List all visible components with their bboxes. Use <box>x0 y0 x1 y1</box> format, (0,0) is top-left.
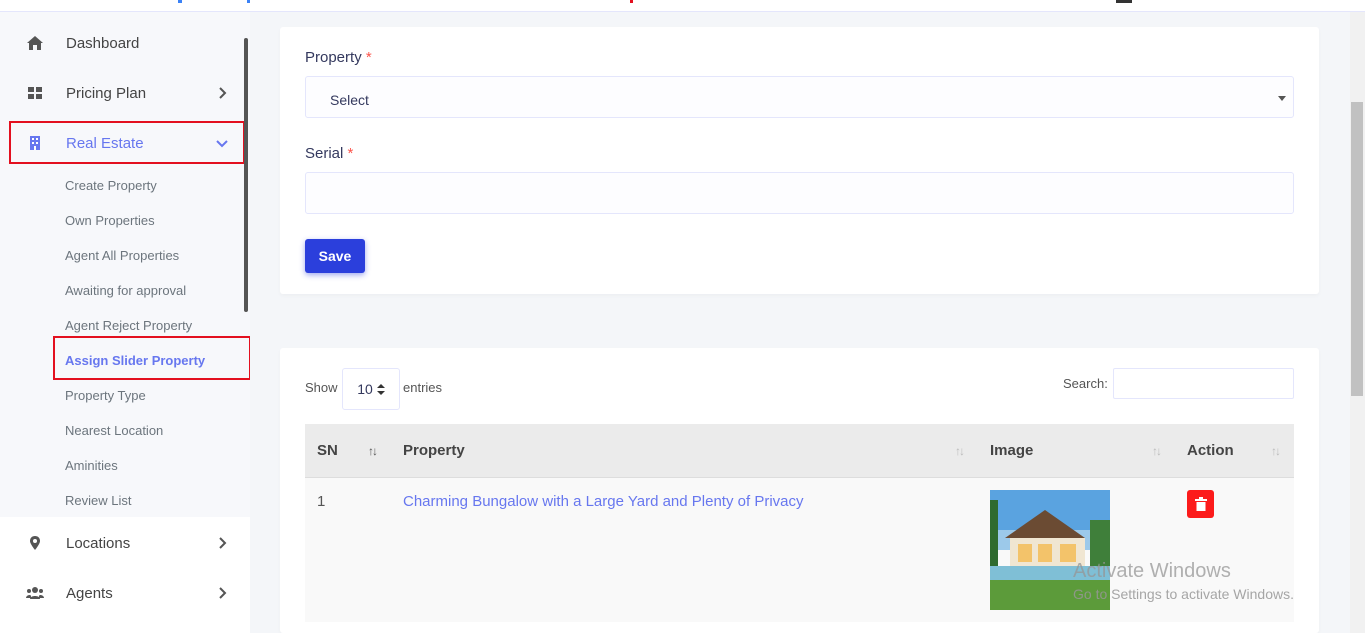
watermark-title: Activate Windows <box>1073 560 1231 582</box>
sidebar-item-locations[interactable]: Locations <box>0 518 244 568</box>
sub-item-own-properties[interactable]: Own Properties <box>65 213 155 228</box>
save-button[interactable]: Save <box>305 239 365 273</box>
delete-button[interactable] <box>1187 490 1214 518</box>
serial-label: Serial * <box>305 145 354 162</box>
chevron-right-icon <box>219 537 227 549</box>
search-label: Search: <box>1063 376 1108 391</box>
highlight-box-real-estate <box>9 121 245 164</box>
sub-item-agent-all-properties[interactable]: Agent All Properties <box>65 248 179 263</box>
sort-icon[interactable]: ↑↓ <box>368 444 378 458</box>
watermark-subtitle: Go to Settings to activate Windows. <box>1073 586 1294 602</box>
sort-icon[interactable]: ↑↓ <box>1271 444 1281 458</box>
row-sn: 1 <box>317 493 326 510</box>
property-label: Property * <box>305 49 372 66</box>
page-scrollbar-thumb[interactable] <box>1351 102 1363 396</box>
form-card <box>280 27 1319 294</box>
sub-item-property-type[interactable]: Property Type <box>65 388 146 403</box>
sub-item-nearest-location[interactable]: Nearest Location <box>65 423 163 438</box>
sidebar-scrollbar[interactable] <box>244 38 248 312</box>
sub-item-awaiting-approval[interactable]: Awaiting for approval <box>65 283 186 298</box>
sidebar-item-label: Pricing Plan <box>66 84 147 102</box>
sort-icon[interactable]: ↑↓ <box>955 444 965 458</box>
property-select[interactable]: Select <box>305 76 1294 118</box>
sidebar-item-label: Dashboard <box>66 34 140 52</box>
column-header-action[interactable]: Action <box>1187 442 1234 459</box>
sidebar-item-dashboard[interactable]: Dashboard <box>0 18 244 68</box>
entries-length-value: 10 <box>357 381 373 397</box>
property-select-value: Select <box>330 92 369 108</box>
sidebar-item-label: Agents <box>66 584 113 602</box>
grid-icon <box>26 84 44 102</box>
caret-down-icon <box>1278 96 1286 101</box>
trash-icon <box>1194 497 1207 511</box>
sort-arrows-icon <box>376 383 385 395</box>
entries-length-select[interactable]: 10 <box>342 368 400 410</box>
sub-item-aminities[interactable]: Aminities <box>65 458 118 473</box>
map-marker-icon <box>26 534 44 552</box>
sub-item-review-list[interactable]: Review List <box>65 493 131 508</box>
top-navbar <box>0 0 1365 12</box>
search-input[interactable] <box>1113 368 1294 399</box>
column-header-property[interactable]: Property <box>403 442 465 459</box>
serial-input[interactable] <box>305 172 1294 214</box>
users-icon <box>26 584 44 602</box>
sidebar-item-label: Locations <box>66 534 131 552</box>
sub-item-agent-reject-property[interactable]: Agent Reject Property <box>65 318 192 333</box>
row-property-link[interactable]: Charming Bungalow with a Large Yard and … <box>403 493 804 510</box>
sub-item-create-property[interactable]: Create Property <box>65 178 157 193</box>
highlight-box-assign-slider <box>53 336 250 380</box>
sort-icon[interactable]: ↑↓ <box>1152 444 1162 458</box>
sidebar: Dashboard Pricing Plan Real Estate Creat… <box>0 12 250 633</box>
chevron-right-icon <box>219 87 227 99</box>
entries-label: entries <box>403 380 443 395</box>
show-label: Show <box>305 380 338 395</box>
sidebar-item-agents[interactable]: Agents <box>0 568 244 618</box>
table-header: SN ↑↓ Property ↑↓ Image ↑↓ Action ↑↓ <box>305 424 1294 477</box>
home-icon <box>26 34 44 52</box>
chevron-right-icon <box>219 587 227 599</box>
column-header-image[interactable]: Image <box>990 442 1033 459</box>
column-header-sn[interactable]: SN <box>317 442 338 459</box>
sidebar-item-pricing-plan[interactable]: Pricing Plan <box>0 68 244 118</box>
